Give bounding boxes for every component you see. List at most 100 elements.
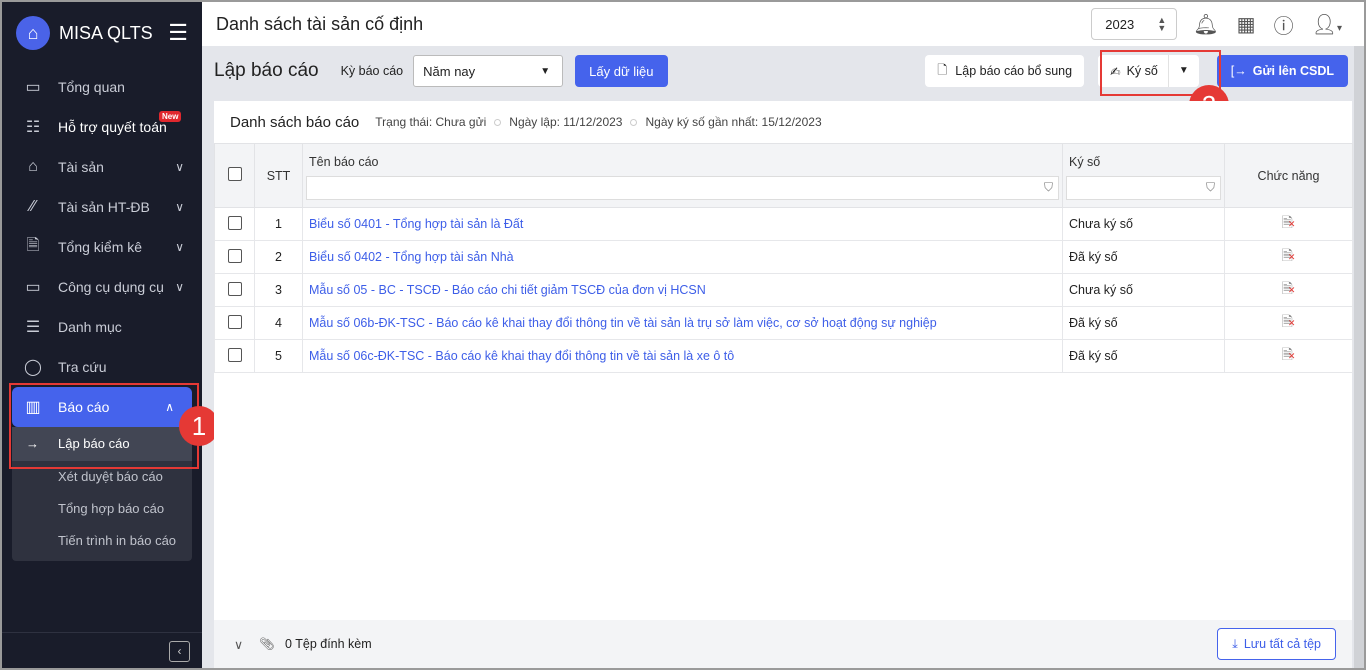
- sidebar-item-tong-quan[interactable]: ▭ Tổng quan: [2, 67, 202, 107]
- table-row[interactable]: 5 Mẫu số 06c-ĐK-TSC - Báo cáo kê khai th…: [214, 339, 1353, 373]
- user-icon[interactable]: 👤︎▾: [1312, 12, 1342, 37]
- bell-icon[interactable]: 🔔︎: [1193, 12, 1218, 37]
- vertical-scrollbar[interactable]: [1354, 46, 1364, 668]
- label: Tài sản: [58, 159, 104, 175]
- filter-icon[interactable]: ⛉: [1044, 180, 1053, 195]
- sign-status: Đã ký số: [1062, 240, 1225, 274]
- status-text: Trạng thái: Chưa gửi: [375, 115, 487, 129]
- name-filter-input[interactable]: ⛉: [306, 176, 1059, 201]
- clipboard-icon: ☷: [25, 119, 41, 136]
- attachment-footer: ∨ 📎︎ 0 Tệp đính kèm ⤓ Lưu tất cả tệp: [214, 620, 1352, 668]
- table-row[interactable]: 1 Biểu số 0401 - Tổng hợp tài sản là Đất…: [214, 207, 1353, 241]
- step-badge-1: 1: [179, 406, 219, 446]
- label: Tổng quan: [58, 79, 125, 95]
- sign-filter-input[interactable]: ⛉: [1066, 176, 1221, 201]
- sign-status: Chưa ký số: [1062, 273, 1225, 307]
- row-stt: 2: [254, 240, 303, 274]
- collapse-left-icon[interactable]: ‹: [169, 641, 190, 662]
- sidebar-item-tai-san[interactable]: ⌂ Tài sản ∨: [2, 147, 202, 187]
- road-icon: ⁄⁄: [30, 198, 36, 215]
- year-stepper[interactable]: 2023 ▲ ▼: [1091, 8, 1178, 40]
- label: Gửi lên CSDL: [1252, 64, 1334, 78]
- sidebar-item-cong-cu-dung-cu[interactable]: ▭ Công cụ dụng cụ ∨: [2, 267, 202, 307]
- paint-roller-icon: ▭: [25, 279, 41, 296]
- col-functions: Chức năng: [1224, 143, 1353, 208]
- row-stt: 1: [254, 207, 303, 241]
- report-link[interactable]: Biểu số 0402 - Tổng hợp tài sản Nhà: [309, 250, 514, 264]
- select-all-checkbox[interactable]: [227, 167, 242, 181]
- cancel-sign-icon[interactable]: 🗎✕: [1282, 346, 1296, 362]
- report-link[interactable]: Mẫu số 06c-ĐK-TSC - Báo cáo kê khai thay…: [309, 349, 734, 363]
- card-title: Danh sách báo cáo: [230, 113, 360, 131]
- chevron-down-icon: ∨: [175, 200, 184, 214]
- sign-status: Đã ký số: [1062, 306, 1225, 340]
- submenu-tong-hop-bao-cao[interactable]: Tổng hợp báo cáo: [12, 493, 192, 525]
- sign-out-arrow-icon: [→: [1230, 64, 1247, 78]
- hamburger-menu-icon[interactable]: ☰: [168, 20, 188, 46]
- signed-date: Ngày ký số gần nhất: 15/12/2023: [645, 115, 822, 129]
- attachment-count: 0 Tệp đính kèm: [285, 637, 372, 651]
- search-icon: ◯: [24, 359, 42, 376]
- sidebar-item-tong-kiem-ke[interactable]: 🗎 Tổng kiểm kê ∨: [2, 227, 202, 267]
- cancel-sign-icon[interactable]: 🗎✕: [1282, 247, 1296, 263]
- paperclip-icon: 📎︎: [259, 636, 276, 651]
- sidebar-item-danh-muc[interactable]: ☰ Danh mục: [2, 307, 202, 347]
- home-logo-icon: ⌂: [16, 16, 50, 50]
- list-icon: ☰: [25, 319, 41, 336]
- label: Lập báo cáo bổ sung: [955, 64, 1073, 78]
- filter-icon[interactable]: ⛉: [1206, 180, 1215, 195]
- fetch-data-button[interactable]: Lấy dữ liệu: [575, 55, 668, 87]
- collapse-sidebar: ‹: [2, 632, 202, 668]
- period-label: Kỳ báo cáo: [340, 64, 404, 78]
- row-stt: 5: [254, 339, 303, 373]
- save-all-files-button[interactable]: ⤓ Lưu tất cả tệp: [1217, 628, 1336, 660]
- chevron-down-icon[interactable]: ∨: [234, 637, 243, 652]
- period-value: Năm nay: [423, 63, 476, 79]
- cancel-sign-icon[interactable]: 🗎✕: [1282, 214, 1296, 230]
- label: Công cụ dụng cụ: [58, 279, 164, 295]
- row-checkbox[interactable]: [227, 347, 242, 362]
- row-checkbox[interactable]: [227, 215, 242, 230]
- table-row[interactable]: 3 Mẫu số 05 - BC - TSCĐ - Báo cáo chi ti…: [214, 273, 1353, 307]
- app-name: MISA QLTS: [59, 22, 153, 43]
- logo: ⌂ MISA QLTS ☰: [2, 2, 202, 64]
- chevron-down-icon: ∨: [175, 280, 184, 294]
- row-stt: 4: [254, 306, 303, 340]
- row-checkbox[interactable]: [227, 314, 242, 329]
- send-to-csdl-button[interactable]: [→ Gửi lên CSDL: [1216, 55, 1348, 87]
- year-value: 2023: [1105, 16, 1135, 32]
- cancel-sign-icon[interactable]: 🗎✕: [1282, 313, 1296, 329]
- sidebar-item-ho-tro-quyet-toan[interactable]: ☷ Hỗ trợ quyết toán New: [2, 107, 202, 147]
- report-link[interactable]: Mẫu số 06b-ĐK-TSC - Báo cáo kê khai thay…: [309, 316, 937, 330]
- col-stt: STT: [254, 143, 303, 208]
- table-row[interactable]: 2 Biểu số 0402 - Tổng hợp tài sản Nhà Đã…: [214, 240, 1353, 274]
- download-icon: ⤓: [1232, 636, 1238, 651]
- sidebar-item-tai-san-ht-db[interactable]: ⁄⁄ Tài sản HT-ĐB ∨: [2, 187, 202, 227]
- sign-status: Chưa ký số: [1062, 207, 1225, 241]
- table-row[interactable]: 4 Mẫu số 06b-ĐK-TSC - Báo cáo kê khai th…: [214, 306, 1353, 340]
- new-badge: New: [159, 111, 182, 122]
- file-plus-icon: 🗋: [937, 62, 948, 77]
- submenu-tien-trinh-in-bao-cao[interactable]: Tiến trình in báo cáo: [12, 525, 192, 557]
- sidebar-item-tra-cuu[interactable]: ◯ Tra cứu: [2, 347, 202, 387]
- col-sign: Ký số: [1062, 143, 1225, 174]
- label: Danh mục: [58, 319, 122, 335]
- cancel-sign-icon[interactable]: 🗎✕: [1282, 280, 1296, 296]
- chevron-down-icon: ∨: [175, 160, 184, 174]
- label: Tài sản HT-ĐB: [58, 199, 150, 215]
- add-report-button[interactable]: 🗋 Lập báo cáo bổ sung: [925, 55, 1085, 87]
- sign-status: Đã ký số: [1062, 339, 1225, 373]
- monitor-chart-icon: ▭: [25, 79, 41, 96]
- apps-grid-icon[interactable]: ▦: [1237, 12, 1256, 37]
- label: Tổng kiểm kê: [58, 239, 143, 255]
- report-table: STT Tên báo cáo Ký số Chức năng ⛉ ⛉ 1 Bi…: [214, 143, 1353, 373]
- row-checkbox[interactable]: [227, 248, 242, 263]
- row-stt: 3: [254, 273, 303, 307]
- help-icon[interactable]: ⓘ: [1274, 10, 1294, 39]
- stepper-arrows-icon[interactable]: ▲ ▼: [1157, 16, 1166, 33]
- report-link[interactable]: Mẫu số 05 - BC - TSCĐ - Báo cáo chi tiết…: [309, 283, 706, 297]
- report-link[interactable]: Biểu số 0401 - Tổng hợp tài sản là Đất: [309, 217, 523, 231]
- row-checkbox[interactable]: [227, 281, 242, 296]
- caret-down-icon: ▼: [540, 65, 551, 77]
- period-select[interactable]: Năm nay ▼: [413, 55, 564, 87]
